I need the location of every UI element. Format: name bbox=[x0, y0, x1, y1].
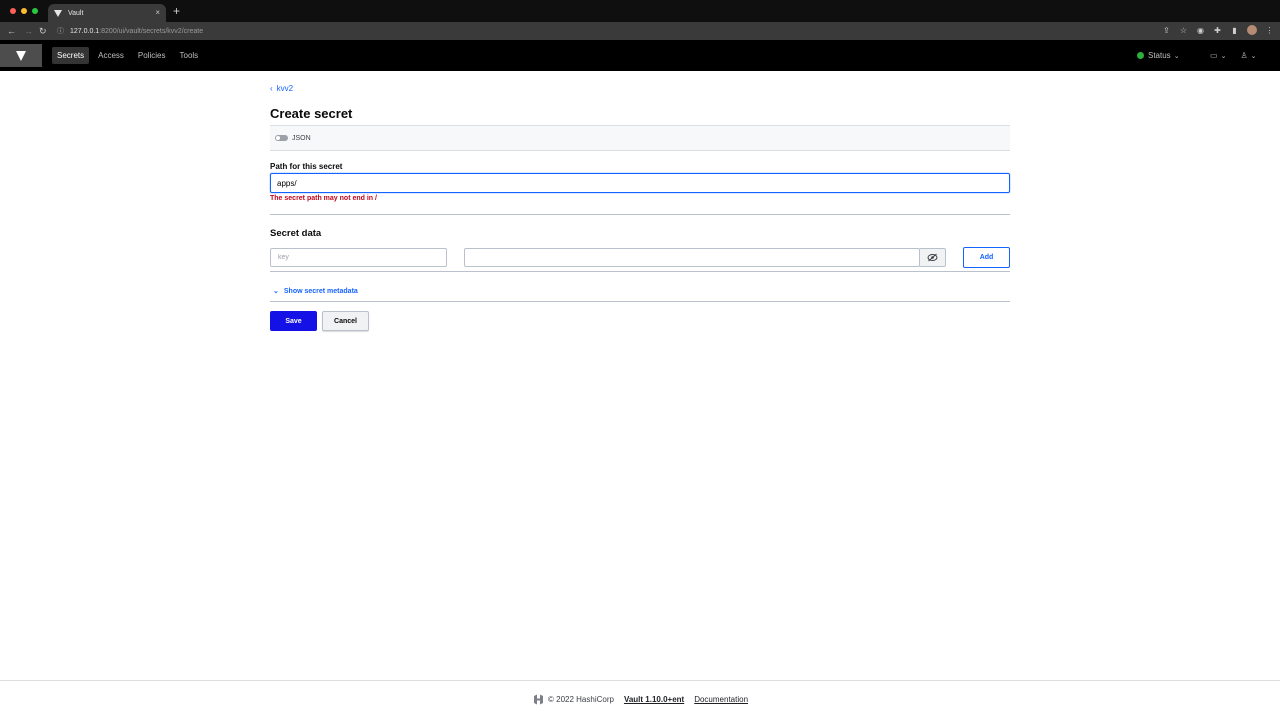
secret-data-title: Secret data bbox=[270, 228, 322, 239]
nav-policies[interactable]: Policies bbox=[133, 47, 171, 64]
toggle-masking-button[interactable] bbox=[919, 248, 946, 267]
copyright-text: © 2022 HashiCorp bbox=[548, 695, 614, 704]
back-arrow-icon[interactable]: ← bbox=[7, 25, 16, 37]
divider bbox=[270, 271, 1010, 272]
user-menu[interactable]: ♙ ⌄ bbox=[1240, 51, 1256, 60]
window-close-button[interactable] bbox=[10, 8, 16, 14]
secret-value-input[interactable] bbox=[464, 248, 920, 267]
user-icon: ♙ bbox=[1240, 51, 1248, 60]
documentation-link[interactable]: Documentation bbox=[694, 695, 748, 704]
path-label: Path for this secret bbox=[270, 162, 343, 171]
status-ok-icon bbox=[1137, 52, 1144, 59]
footer: © 2022 HashiCorp Vault 1.10.0+ent Docume… bbox=[533, 694, 748, 705]
chevron-left-icon: ‹ bbox=[270, 84, 273, 93]
footer-divider bbox=[0, 680, 1280, 681]
status-label: Status bbox=[1148, 51, 1171, 60]
toolbar-icons: ⇪ ☆ ◉ ✚ ▮ ⋮ bbox=[1162, 25, 1274, 35]
browser-menu-icon[interactable]: ⋮ bbox=[1265, 26, 1274, 35]
bookmark-star-icon[interactable]: ☆ bbox=[1179, 26, 1188, 35]
nav-access[interactable]: Access bbox=[93, 47, 129, 64]
breadcrumb[interactable]: ‹ kvv2 bbox=[270, 84, 293, 93]
address-bar[interactable]: ⓘ 127.0.0.1 :8200/ui/vault/secrets/kvv2/… bbox=[53, 24, 1193, 38]
nav-tools[interactable]: Tools bbox=[175, 47, 204, 64]
share-icon[interactable]: ⇪ bbox=[1162, 26, 1171, 35]
url-path: :8200/ui/vault/secrets/kvv2/create bbox=[99, 27, 204, 35]
tab-close-icon[interactable]: × bbox=[155, 9, 160, 17]
browser-tab-bar: Vault × + bbox=[0, 0, 1280, 22]
breadcrumb-kvv2[interactable]: kvv2 bbox=[277, 84, 293, 93]
main-nav: Secrets Access Policies Tools bbox=[52, 47, 203, 64]
window-minimize-button[interactable] bbox=[21, 8, 27, 14]
terminal-icon: ▭ bbox=[1210, 51, 1218, 60]
browser-toolbar: ← → ↻ ⓘ 127.0.0.1 :8200/ui/vault/secrets… bbox=[0, 22, 1280, 40]
site-info-icon[interactable]: ⓘ bbox=[57, 26, 64, 36]
json-toggle-bar: JSON bbox=[270, 125, 1010, 151]
divider bbox=[270, 214, 1010, 215]
profile-avatar[interactable] bbox=[1247, 25, 1257, 35]
divider bbox=[270, 301, 1010, 302]
forward-arrow-icon[interactable]: → bbox=[24, 25, 33, 37]
new-tab-button[interactable]: + bbox=[173, 5, 180, 17]
page-title: Create secret bbox=[270, 106, 353, 121]
eye-slash-icon bbox=[927, 253, 938, 262]
vault-top-nav: Secrets Access Policies Tools Status ⌄ ▭… bbox=[0, 40, 1280, 71]
json-toggle-switch[interactable] bbox=[275, 135, 288, 141]
add-kv-button[interactable]: Add bbox=[963, 247, 1010, 268]
sidebar-icon[interactable]: ▮ bbox=[1230, 26, 1239, 35]
nav-secrets[interactable]: Secrets bbox=[52, 47, 90, 64]
show-metadata-label: Show secret metadata bbox=[283, 287, 358, 295]
save-button[interactable]: Save bbox=[270, 311, 317, 331]
path-error-message: The secret path may not end in / bbox=[270, 195, 377, 202]
vault-favicon-icon bbox=[54, 9, 62, 17]
browser-tab[interactable]: Vault × bbox=[48, 4, 166, 22]
json-toggle-label: JSON bbox=[292, 134, 311, 142]
url-host: 127.0.0.1 bbox=[70, 27, 100, 35]
secret-path-input[interactable] bbox=[270, 173, 1010, 193]
chevron-down-icon: ⌄ bbox=[273, 288, 279, 295]
version-link[interactable]: Vault 1.10.0+ent bbox=[624, 695, 684, 704]
nav-right-menus: ▭ ⌄ ♙ ⌄ bbox=[1210, 51, 1256, 60]
chevron-down-icon: ⌄ bbox=[1250, 53, 1257, 60]
console-menu[interactable]: ▭ ⌄ bbox=[1210, 51, 1226, 60]
status-menu[interactable]: Status ⌄ bbox=[1137, 51, 1180, 60]
chevron-down-icon: ⌄ bbox=[1173, 52, 1180, 60]
window-maximize-button[interactable] bbox=[32, 8, 38, 14]
extension-icon[interactable]: ◉ bbox=[1196, 26, 1205, 35]
vault-logo[interactable] bbox=[0, 44, 42, 67]
puzzle-extensions-icon[interactable]: ✚ bbox=[1213, 26, 1222, 35]
secret-key-input[interactable] bbox=[270, 248, 447, 267]
show-metadata-toggle[interactable]: ⌄ Show secret metadata bbox=[273, 287, 358, 296]
vault-logo-icon bbox=[16, 50, 26, 61]
chevron-down-icon: ⌄ bbox=[1220, 53, 1227, 60]
reload-icon[interactable]: ↻ bbox=[39, 25, 47, 37]
hashicorp-logo-icon bbox=[534, 694, 543, 705]
cancel-button[interactable]: Cancel bbox=[322, 311, 369, 331]
tab-title: Vault bbox=[68, 9, 84, 17]
